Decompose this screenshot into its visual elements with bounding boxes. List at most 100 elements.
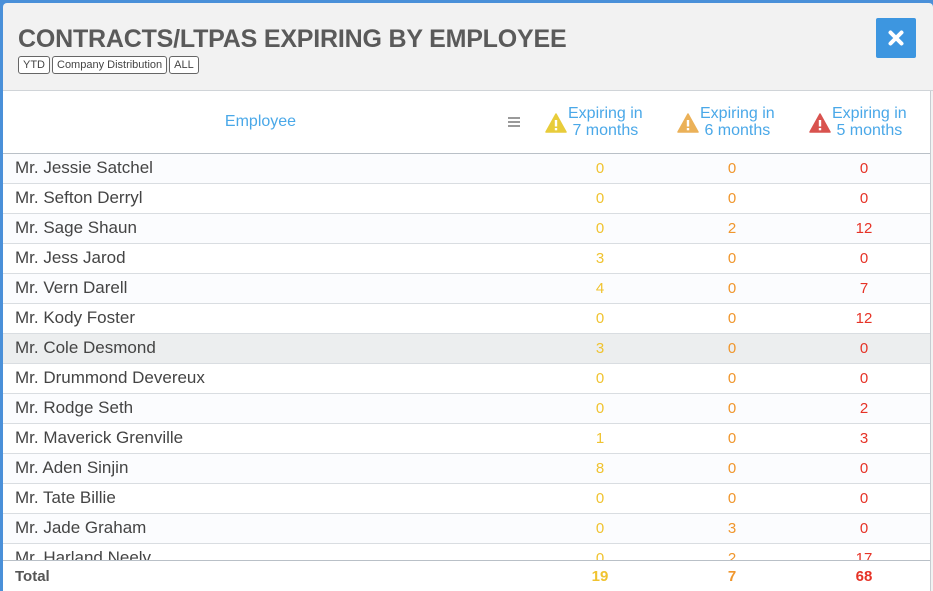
- column-header-exp7[interactable]: Expiring in 7 months: [545, 105, 643, 139]
- employee-name: Mr. Jade Graham: [15, 518, 147, 537]
- exp6-value: 0: [727, 250, 737, 267]
- column-header-exp7-line1: Expiring in: [568, 105, 643, 122]
- table-row[interactable]: Mr. Sefton Derryl 0 0 0: [3, 184, 930, 214]
- exp5-value: 12: [855, 220, 873, 237]
- total-exp6: 7: [727, 568, 737, 585]
- column-header-employee[interactable]: Employee: [3, 91, 518, 153]
- table-footer-total: Total 19 7 68: [3, 560, 930, 591]
- total-label: Total: [15, 568, 50, 585]
- table-row[interactable]: Mr. Tate Billie 0 0 0: [3, 484, 930, 514]
- exp6-value: 0: [727, 280, 737, 297]
- filter-chip-company-distribution[interactable]: Company Distribution: [52, 56, 168, 74]
- table-row[interactable]: Mr. Rodge Seth 0 0 2: [3, 394, 930, 424]
- exp7-value: 8: [595, 460, 605, 477]
- exp7-value: 4: [595, 280, 605, 297]
- table-row[interactable]: Mr. Aden Sinjin 8 0 0: [3, 454, 930, 484]
- exp7-value: 0: [595, 520, 605, 537]
- exp6-value: 0: [727, 160, 737, 177]
- table-row[interactable]: Mr. Maverick Grenville 1 0 3: [3, 424, 930, 454]
- exp5-value: 17: [855, 550, 873, 560]
- total-exp7: 19: [591, 568, 609, 585]
- exp7-value: 0: [595, 370, 605, 387]
- table-row[interactable]: Mr. Harland Neely 0 2 17: [3, 544, 930, 560]
- column-header-exp6-line2: 6 months: [704, 122, 771, 139]
- close-button[interactable]: [876, 18, 916, 58]
- exp7-value: 0: [595, 550, 605, 560]
- exp6-value: 0: [727, 370, 737, 387]
- exp6-value: 0: [727, 460, 737, 477]
- exp5-value: 2: [859, 400, 869, 417]
- table-row[interactable]: Mr. Jess Jarod 3 0 0: [3, 244, 930, 274]
- exp6-value: 2: [727, 220, 737, 237]
- exp7-value: 3: [595, 340, 605, 357]
- exp5-value: 0: [859, 490, 869, 507]
- table-row-hovered[interactable]: Mr. Cole Desmond 3 0 0: [3, 334, 930, 364]
- table-row[interactable]: Mr. Jade Graham 0 3 0: [3, 514, 930, 544]
- report-modal: CONTRACTS/LTPAS EXPIRING BY EMPLOYEE YTD…: [3, 3, 933, 591]
- employee-name: Mr. Maverick Grenville: [15, 428, 184, 447]
- table-row[interactable]: Mr. Vern Darell 4 0 7: [3, 274, 930, 304]
- exp5-value: 3: [859, 430, 869, 447]
- modal-header: CONTRACTS/LTPAS EXPIRING BY EMPLOYEE YTD…: [3, 3, 933, 91]
- exp5-value: 0: [859, 160, 869, 177]
- warning-orange-icon: [677, 113, 699, 133]
- exp7-value: 0: [595, 400, 605, 417]
- employee-name: Mr. Rodge Seth: [15, 398, 134, 417]
- total-exp5: 68: [855, 568, 873, 585]
- exp6-value: 0: [727, 190, 737, 207]
- employee-name: Mr. Kody Foster: [15, 308, 135, 327]
- employee-name: Mr. Jess Jarod: [15, 248, 126, 267]
- exp7-value: 1: [595, 430, 605, 447]
- exp5-value: 0: [859, 250, 869, 267]
- exp5-value: 0: [859, 520, 869, 537]
- exp7-value: 3: [595, 250, 605, 267]
- warning-yellow-icon: [545, 113, 567, 133]
- filter-chip-ytd[interactable]: YTD: [18, 56, 50, 74]
- column-header-exp5-line2: 5 months: [836, 122, 903, 139]
- column-header-exp7-line2: 7 months: [572, 122, 639, 139]
- exp7-value: 0: [595, 310, 605, 327]
- exp6-value: 0: [727, 340, 737, 357]
- table-row[interactable]: Mr. Kody Foster 0 0 12: [3, 304, 930, 334]
- table-header: Employee Expiring in 7 months Expiring in…: [3, 91, 930, 154]
- column-menu-icon[interactable]: [508, 117, 520, 129]
- employee-name: Mr. Aden Sinjin: [15, 458, 129, 477]
- column-header-exp5[interactable]: Expiring in 5 months: [809, 105, 907, 139]
- exp6-value: 2: [727, 550, 737, 560]
- exp6-value: 0: [727, 490, 737, 507]
- exp5-value: 7: [859, 280, 869, 297]
- exp7-value: 0: [595, 190, 605, 207]
- column-header-exp5-line1: Expiring in: [832, 105, 907, 122]
- table-row[interactable]: Mr. Drummond Devereux 0 0 0: [3, 364, 930, 394]
- table-body[interactable]: Mr. Jessie Satchel 0 0 0 Mr. Sefton Derryl 0…: [3, 154, 930, 560]
- employee-name: Mr. Sefton Derryl: [15, 188, 143, 207]
- employee-name: Mr. Tate Billie: [15, 488, 116, 507]
- exp7-value: 0: [595, 160, 605, 177]
- filter-chips: YTD Company Distribution ALL: [18, 56, 199, 74]
- employee-name: Mr. Jessie Satchel: [15, 158, 153, 177]
- exp5-value: 0: [859, 190, 869, 207]
- modal-title: CONTRACTS/LTPAS EXPIRING BY EMPLOYEE: [18, 25, 567, 53]
- exp5-value: 0: [859, 340, 869, 357]
- exp6-value: 0: [727, 400, 737, 417]
- table-row[interactable]: Mr. Jessie Satchel 0 0 0: [3, 154, 930, 184]
- employee-name: Mr. Sage Shaun: [15, 218, 137, 237]
- table-row[interactable]: Mr. Sage Shaun 0 2 12: [3, 214, 930, 244]
- warning-red-icon: [809, 113, 831, 133]
- employee-table: Employee Expiring in 7 months Expiring in…: [3, 91, 931, 591]
- filter-chip-all[interactable]: ALL: [169, 56, 199, 74]
- employee-name: Mr. Vern Darell: [15, 278, 128, 297]
- column-header-exp6-line1: Expiring in: [700, 105, 775, 122]
- employee-name: Mr. Harland Neely: [15, 548, 152, 560]
- exp6-value: 3: [727, 520, 737, 537]
- exp7-value: 0: [595, 490, 605, 507]
- close-x-icon: [888, 30, 904, 46]
- employee-name: Mr. Cole Desmond: [15, 338, 156, 357]
- column-header-exp6[interactable]: Expiring in 6 months: [677, 105, 775, 139]
- employee-name: Mr. Drummond Devereux: [15, 368, 205, 387]
- exp7-value: 0: [595, 220, 605, 237]
- exp5-value: 0: [859, 460, 869, 477]
- column-header-employee-label: Employee: [224, 113, 297, 130]
- exp5-value: 12: [855, 310, 873, 327]
- exp5-value: 0: [859, 370, 869, 387]
